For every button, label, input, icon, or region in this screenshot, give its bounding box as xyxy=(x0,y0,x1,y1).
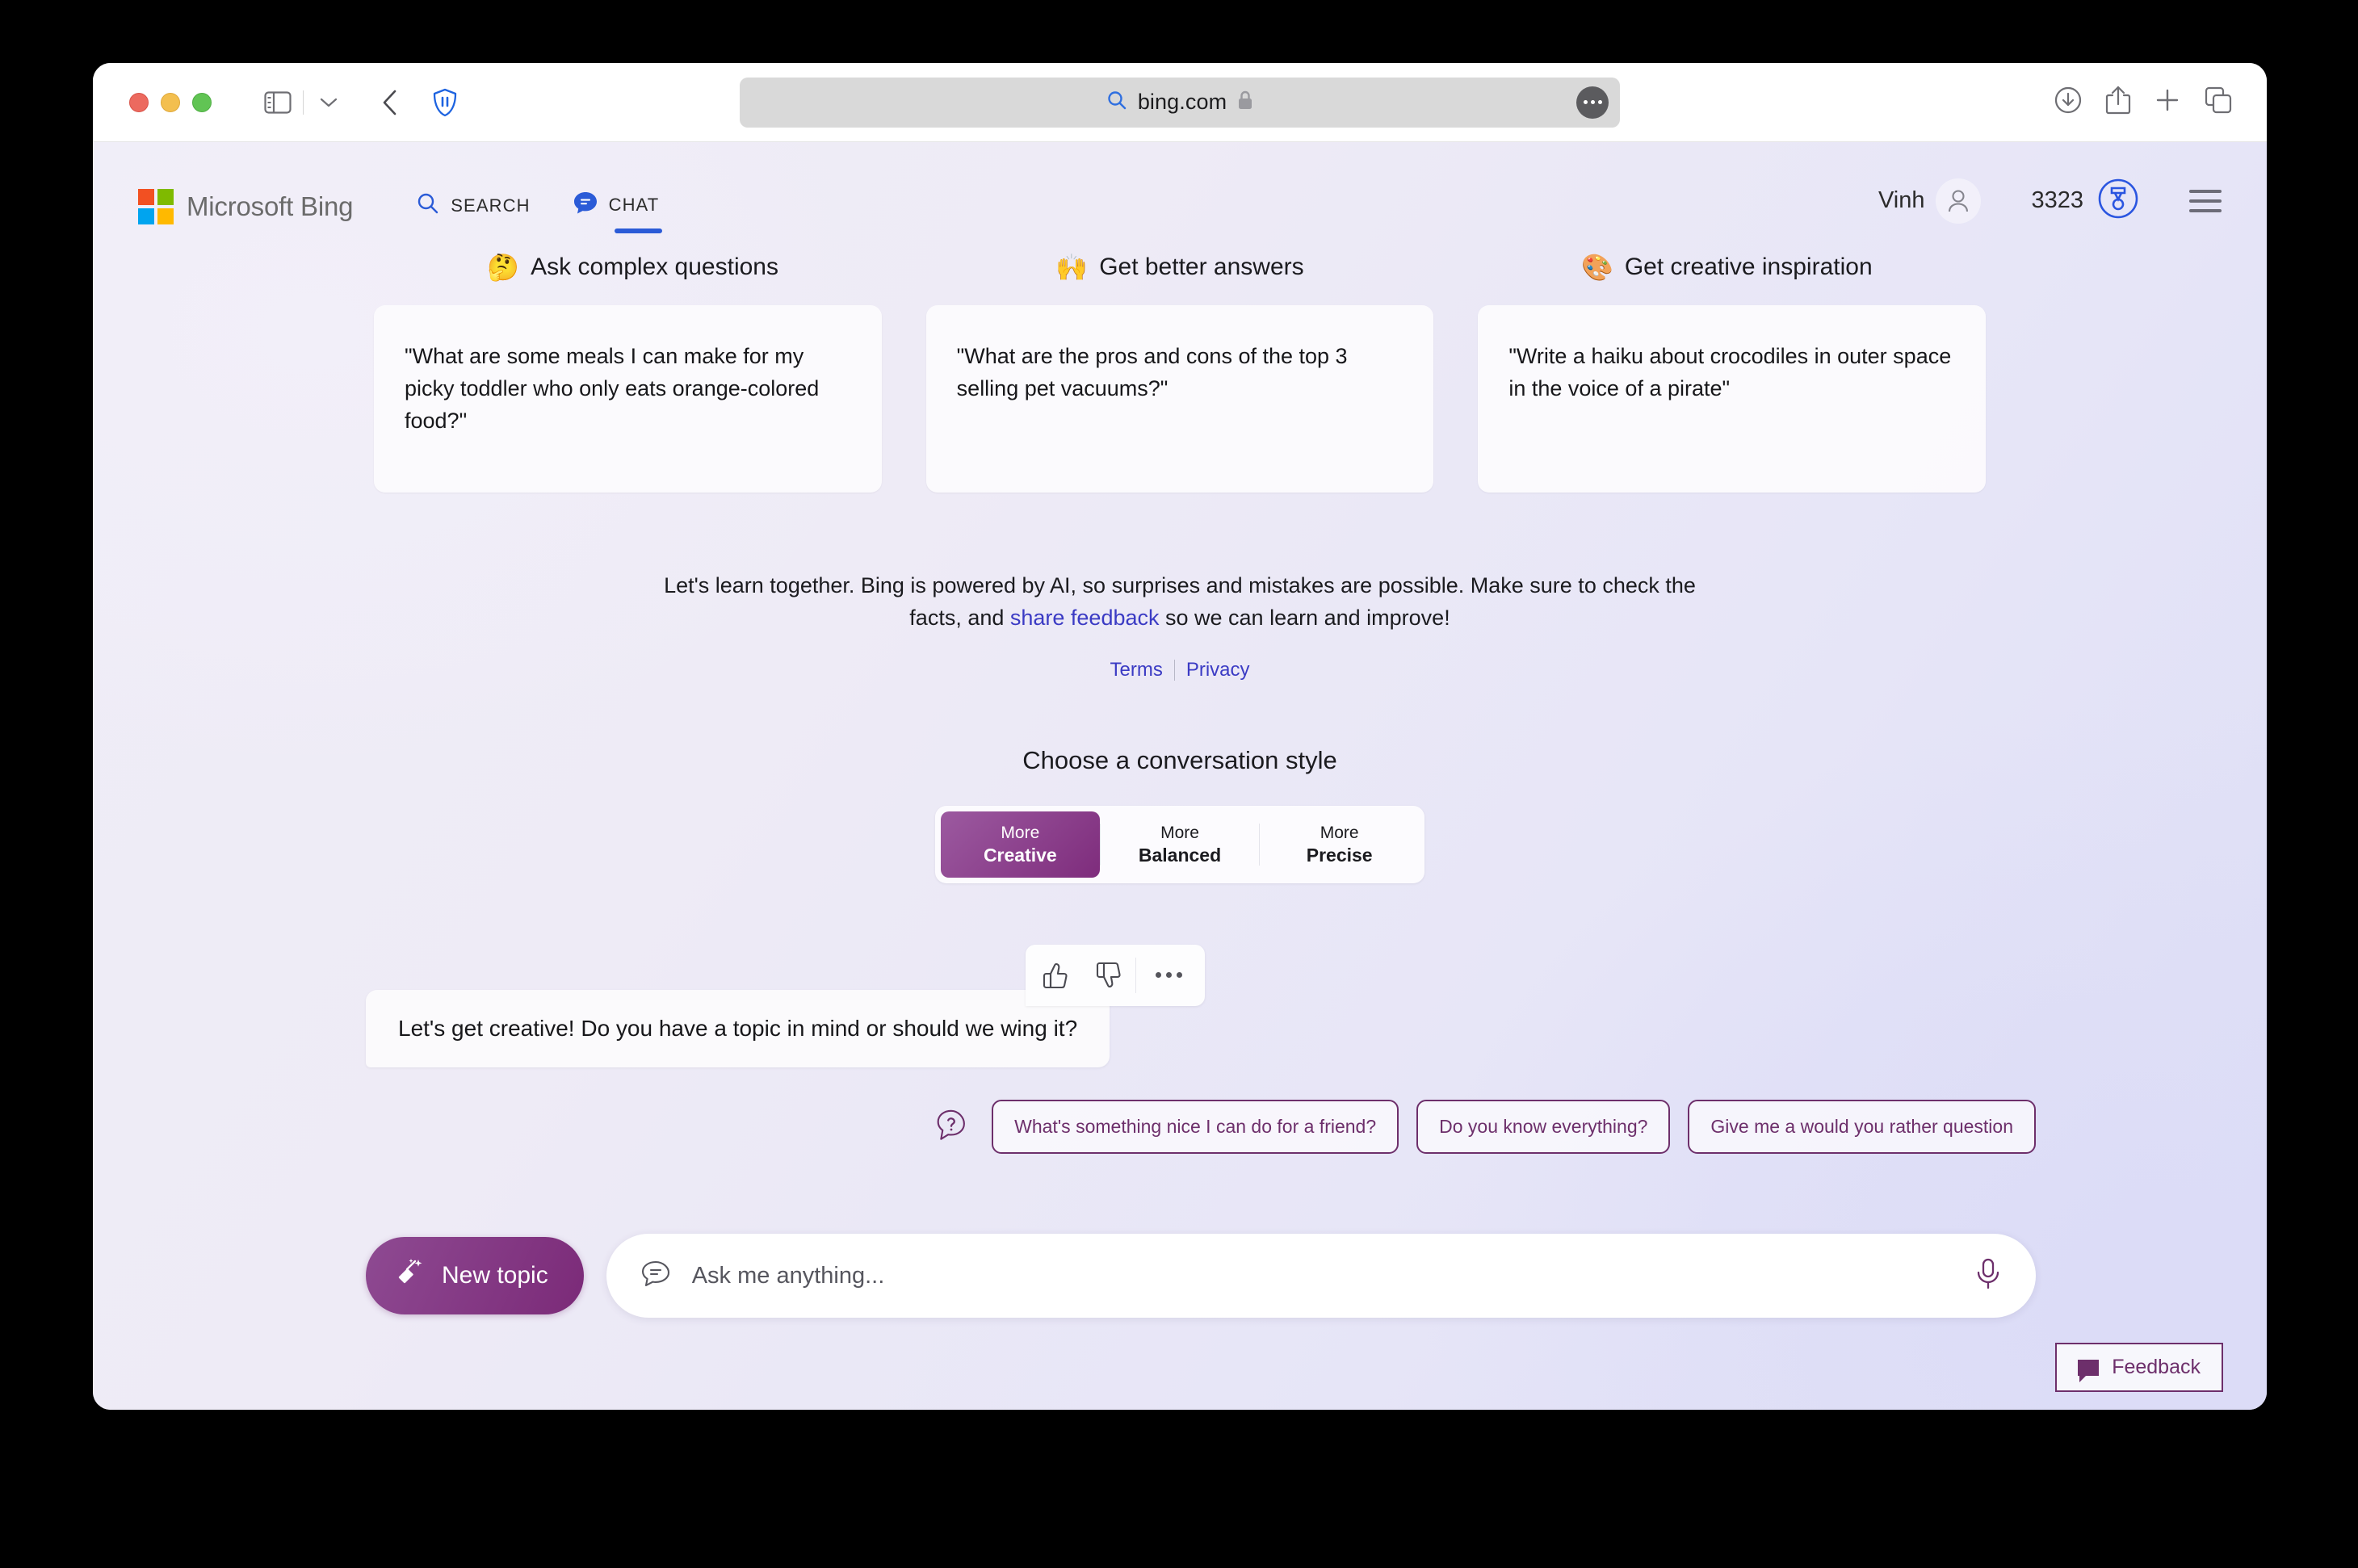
composer-bar: New topic Ask me anything... xyxy=(366,1234,2036,1318)
terms-link[interactable]: Terms xyxy=(1110,659,1162,681)
share-feedback-link[interactable]: share feedback xyxy=(1010,606,1160,630)
tab-overview-icon[interactable] xyxy=(2204,86,2233,119)
promo-title-0-label: Ask complex questions xyxy=(531,254,778,280)
assistant-message-bubble: Let's get creative! Do you have a topic … xyxy=(366,989,1110,1067)
address-bar-container: bing.com xyxy=(740,77,1620,128)
address-bar-more-button[interactable] xyxy=(1576,86,1609,119)
raising-hands-emoji: 🙌 xyxy=(1055,253,1089,282)
promo-title-2-label: Get creative inspiration xyxy=(1624,254,1873,280)
promo-card-1[interactable]: "What are the pros and cons of the top 3… xyxy=(925,305,1434,493)
new-topic-label: New topic xyxy=(442,1262,548,1289)
promo-title-1: 🙌 Get better answers xyxy=(906,252,1453,283)
tab-chat-label: CHAT xyxy=(608,195,660,215)
legal-links: Terms Privacy xyxy=(93,659,2267,681)
suggestion-chip-2[interactable]: Give me a would you rather question xyxy=(1688,1099,2036,1154)
disclaimer-text-after: so we can learn and improve! xyxy=(1159,605,1450,630)
chat-input-container[interactable]: Ask me anything... xyxy=(606,1234,2036,1318)
promo-title-2: 🎨 Get creative inspiration xyxy=(1454,252,2000,283)
promo-cards: "What are some meals I can make for my p… xyxy=(93,283,2267,493)
hamburger-menu-icon[interactable] xyxy=(2189,189,2222,212)
question-bubble-icon xyxy=(935,1109,967,1144)
broom-sparkle-icon xyxy=(393,1256,426,1295)
promo-title-1-label: Get better answers xyxy=(1099,254,1304,280)
tab-search[interactable]: SEARCH xyxy=(416,191,530,233)
feedback-bubble-icon xyxy=(2078,1359,2100,1382)
user-account[interactable]: Vinh xyxy=(1878,178,1982,224)
suggestion-chip-1[interactable]: Do you know everything? xyxy=(1416,1099,1671,1154)
feedback-button[interactable]: Feedback xyxy=(2055,1343,2223,1392)
back-icon[interactable] xyxy=(368,81,412,124)
microphone-icon[interactable] xyxy=(1974,1257,2002,1295)
chat-bubble-icon xyxy=(640,1259,671,1293)
promo-card-2[interactable]: "Write a haiku about crocodiles in outer… xyxy=(1478,305,1987,493)
chat-bubble-icon xyxy=(573,190,598,220)
conversation-style-section: Choose a conversation style More Creativ… xyxy=(93,746,2267,883)
style-option-creative-top: More xyxy=(1001,824,1040,843)
feedback-label: Feedback xyxy=(2112,1356,2201,1378)
rewards-medal-icon xyxy=(2097,178,2139,224)
new-topic-button[interactable]: New topic xyxy=(366,1237,584,1314)
microsoft-logo-icon xyxy=(138,189,174,224)
search-icon xyxy=(1106,90,1127,115)
style-option-balanced-bottom: Balanced xyxy=(1138,844,1222,866)
lock-icon xyxy=(1237,90,1253,115)
privacy-link[interactable]: Privacy xyxy=(1186,659,1250,681)
user-name: Vinh xyxy=(1878,187,1925,213)
legal-divider xyxy=(1173,659,1175,681)
window-traffic-lights xyxy=(129,92,212,112)
logo-text: Microsoft Bing xyxy=(187,191,354,221)
avatar[interactable] xyxy=(1936,178,1982,224)
style-option-balanced-top: More xyxy=(1160,824,1199,843)
style-option-precise-top: More xyxy=(1320,824,1359,843)
new-tab-icon[interactable] xyxy=(2154,86,2181,118)
suggestion-chip-0[interactable]: What's something nice I can do for a fri… xyxy=(992,1099,1399,1154)
style-option-creative-bottom: Creative xyxy=(983,844,1057,866)
bing-chat-page: Microsoft Bing SEARCH CHAT Vinh 3323 🤔 A… xyxy=(93,142,2267,1410)
conversation-style-title: Choose a conversation style xyxy=(1022,745,1337,774)
rewards-count: 3323 xyxy=(2031,187,2083,213)
rewards-widget[interactable]: 3323 xyxy=(2031,178,2139,224)
close-window-button[interactable] xyxy=(129,92,149,112)
bing-header: Microsoft Bing SEARCH CHAT Vinh 3323 xyxy=(93,142,2267,239)
conversation-style-selector: More Creative More Balanced More Precise xyxy=(935,805,1424,883)
chat-message-area: Let's get creative! Do you have a topic … xyxy=(93,944,2267,1067)
promo-card-0[interactable]: "What are some meals I can make for my p… xyxy=(374,305,882,493)
shield-pause-icon[interactable] xyxy=(423,81,467,124)
sidebar-icon[interactable] xyxy=(256,81,300,124)
promo-titles: 🤔 Ask complex questions 🙌 Get better ans… xyxy=(93,252,2267,283)
chevron-down-icon[interactable] xyxy=(307,81,350,124)
thumbs-down-icon[interactable] xyxy=(1082,945,1135,1006)
address-bar[interactable]: bing.com xyxy=(740,77,1620,128)
message-actions-bar xyxy=(1026,944,1205,1006)
style-option-precise[interactable]: More Precise xyxy=(1260,811,1419,878)
thumbs-up-icon[interactable] xyxy=(1029,945,1082,1006)
style-option-precise-bottom: Precise xyxy=(1306,844,1373,866)
toolbar-left-group xyxy=(256,81,467,124)
tab-search-label: SEARCH xyxy=(451,195,531,216)
microsoft-bing-logo[interactable]: Microsoft Bing xyxy=(138,189,353,224)
toolbar-divider xyxy=(303,90,304,115)
share-icon[interactable] xyxy=(2105,85,2131,119)
header-right-group: Vinh 3323 xyxy=(1878,178,2222,224)
more-options-icon[interactable] xyxy=(1136,972,1202,979)
maximize-window-button[interactable] xyxy=(192,92,212,112)
address-bar-text: bing.com xyxy=(1137,90,1227,114)
search-icon xyxy=(416,191,440,220)
browser-window: bing.com Microsoft Bing SEARCH CHAT Vinh… xyxy=(93,63,2267,1410)
toolbar-right-group xyxy=(2054,85,2233,119)
style-option-balanced[interactable]: More Balanced xyxy=(1101,811,1260,878)
downloads-icon[interactable] xyxy=(2054,86,2083,119)
minimize-window-button[interactable] xyxy=(161,92,180,112)
suggestion-chips: What's something nice I can do for a fri… xyxy=(93,1067,2267,1154)
bing-nav-tabs: SEARCH CHAT xyxy=(416,180,662,233)
style-option-creative[interactable]: More Creative xyxy=(941,811,1100,878)
browser-toolbar: bing.com xyxy=(93,63,2267,142)
tab-chat[interactable]: CHAT xyxy=(573,190,662,233)
ai-disclaimer: Let's learn together. Bing is powered by… xyxy=(659,570,1701,635)
promo-title-0: 🤔 Ask complex questions xyxy=(359,252,906,283)
chat-input[interactable]: Ask me anything... xyxy=(692,1263,1953,1289)
artist-palette-emoji: 🎨 xyxy=(1580,253,1613,282)
thinking-face-emoji: 🤔 xyxy=(487,253,520,282)
